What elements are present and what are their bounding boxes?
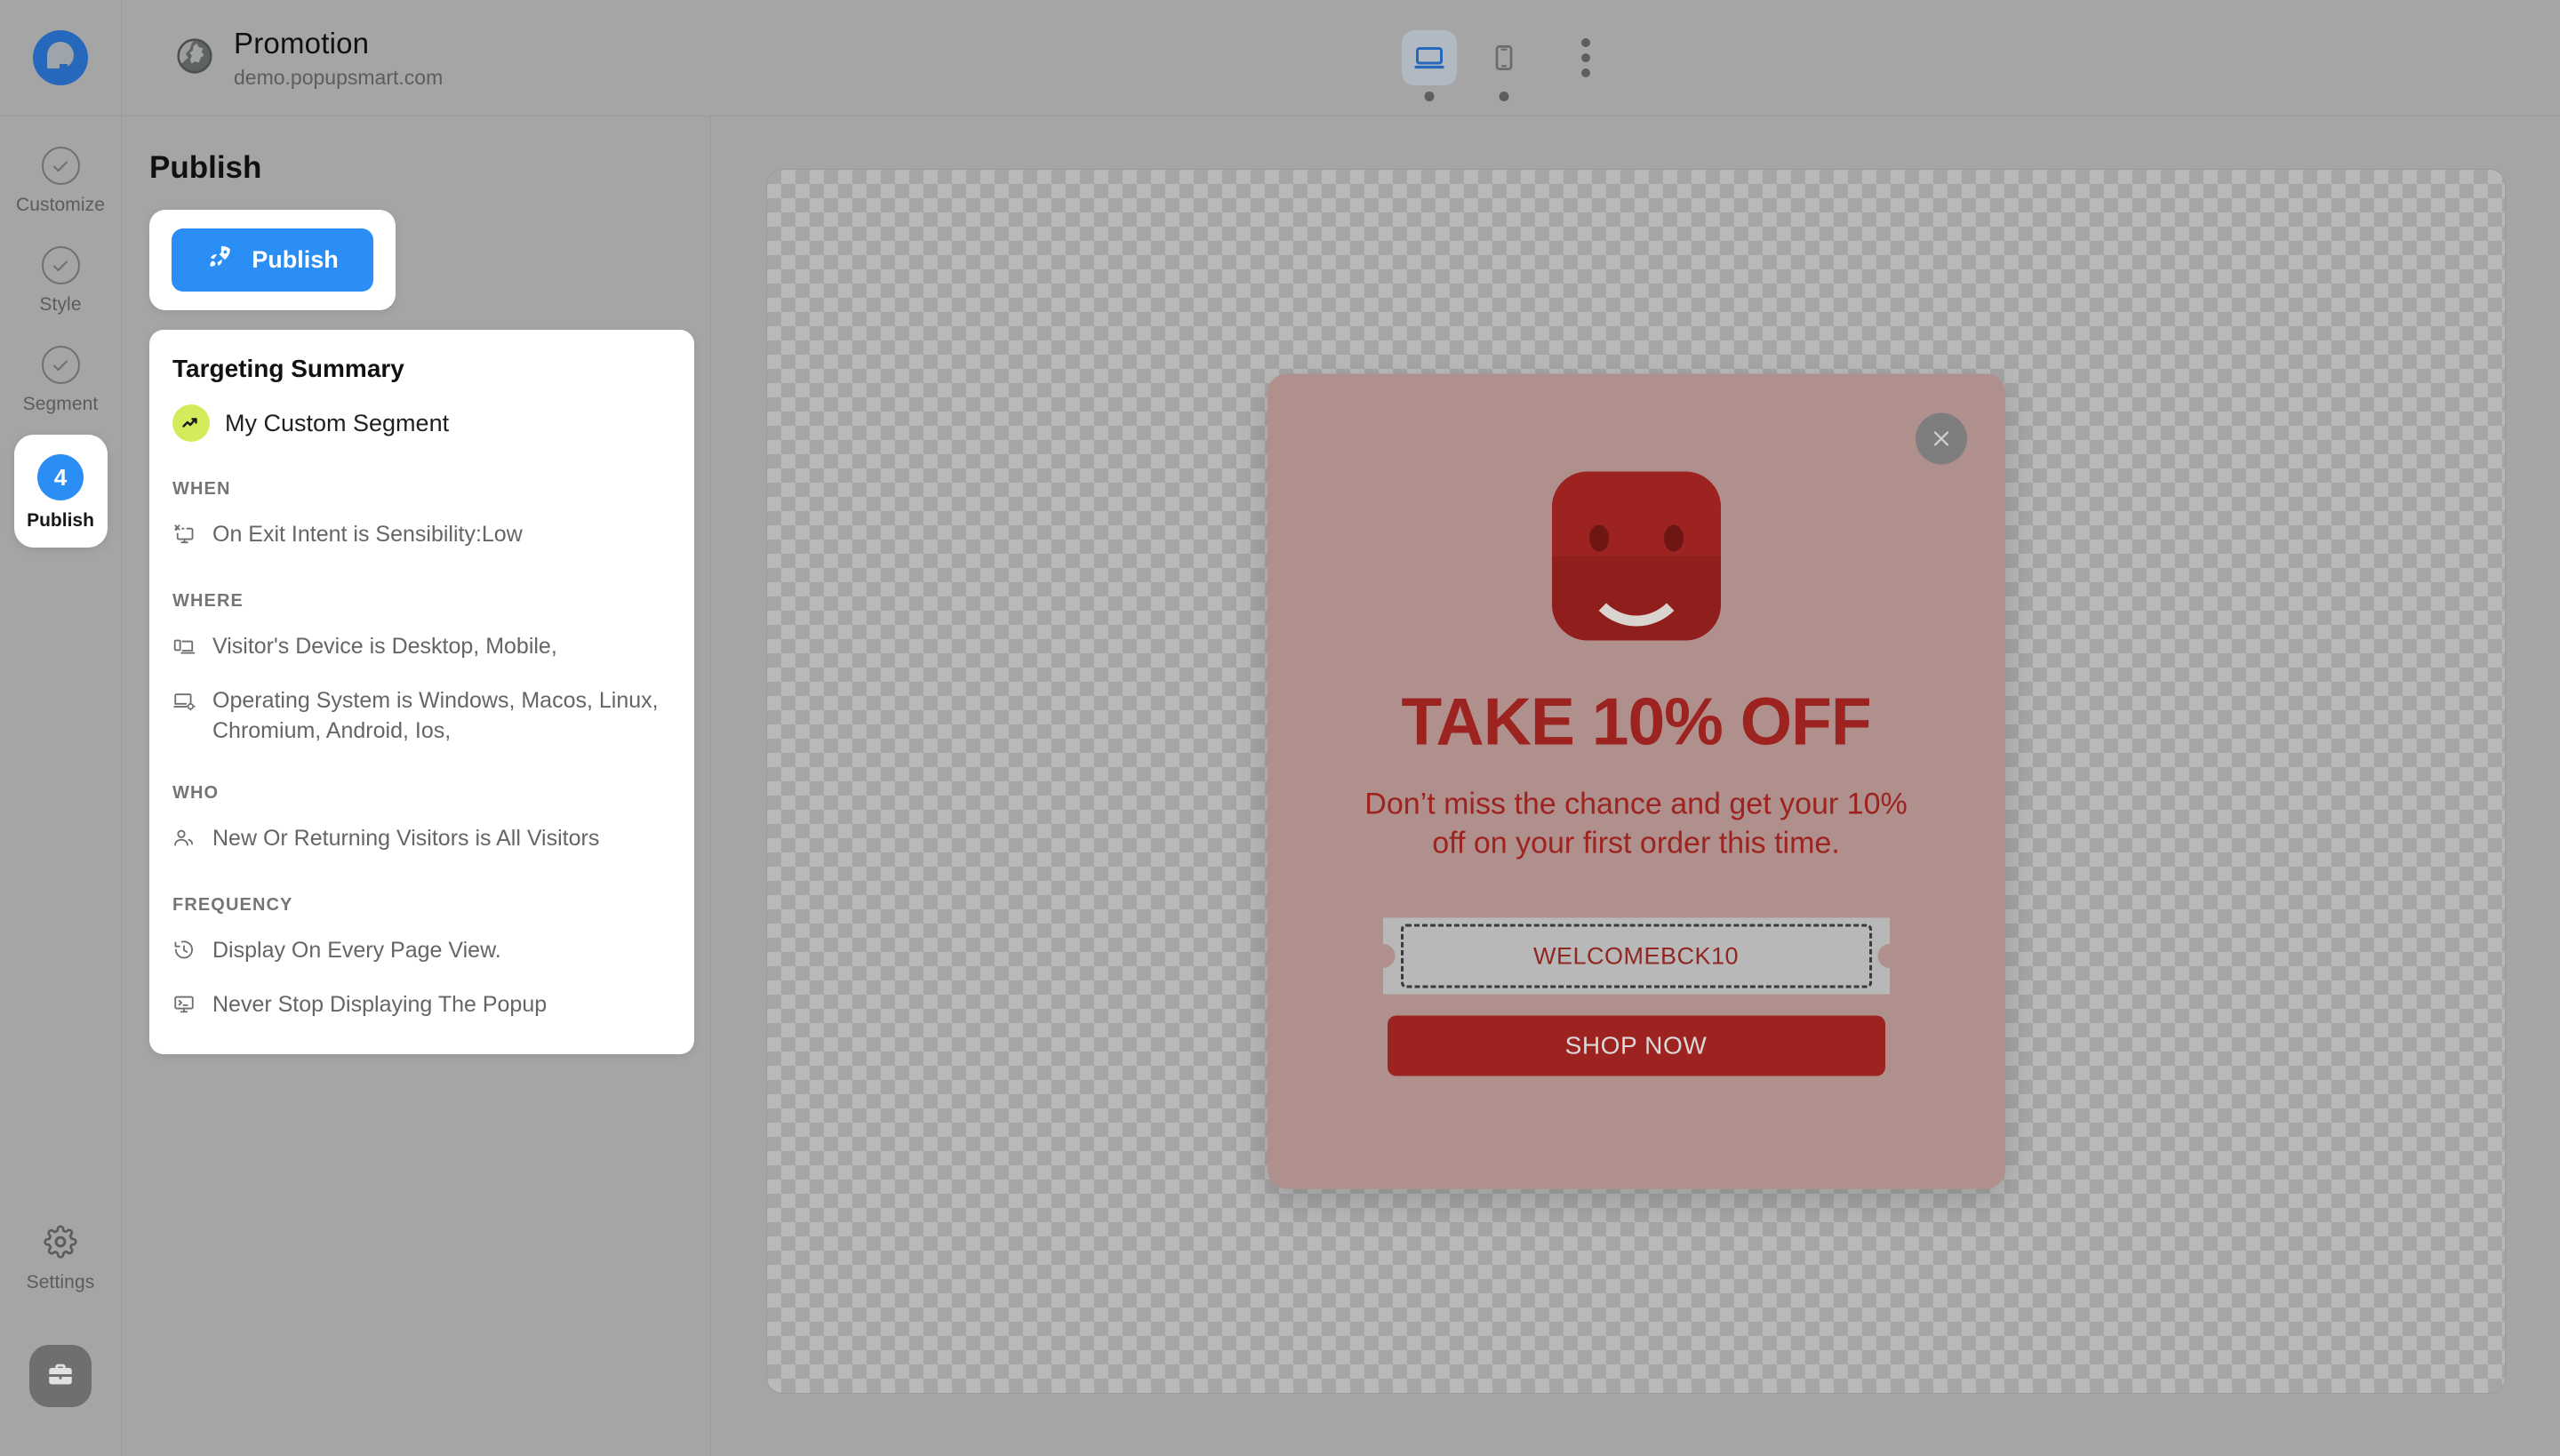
site-texts: Promotion demo.popupsmart.com xyxy=(234,27,443,90)
popup-headline: TAKE 10% OFF xyxy=(1401,684,1871,759)
rocket-icon xyxy=(206,244,233,276)
device-dot xyxy=(1499,92,1509,101)
targeting-rule: New Or Returning Visitors is All Visitor… xyxy=(172,823,671,858)
monitor-code-icon xyxy=(172,993,196,1024)
targeting-rule-text: Operating System is Windows, Macos, Linu… xyxy=(212,688,659,743)
check-circle-icon xyxy=(41,246,80,284)
section-heading-where: WHERE xyxy=(172,591,244,611)
kebab-menu-icon xyxy=(1581,68,1590,77)
publish-card: Publish xyxy=(149,210,396,310)
site-info: Promotion demo.popupsmart.com xyxy=(175,27,443,90)
sidebar-item-label: Publish xyxy=(27,510,94,531)
globe-icon xyxy=(175,36,214,80)
targeting-summary-card: Targeting Summary My Custom Segment WHEN xyxy=(149,330,694,1054)
app-logo[interactable] xyxy=(0,0,121,116)
exit-intent-icon xyxy=(172,523,196,554)
shopping-bag-smile-icon xyxy=(1551,471,1721,641)
section-heading-who: WHO xyxy=(172,783,220,803)
sidebar-item-label: Segment xyxy=(22,394,99,414)
sidebar-item-label: Customize xyxy=(15,195,106,215)
kebab-menu-icon xyxy=(1581,38,1590,47)
popup-preview: TAKE 10% OFF Don’t miss the chance and g… xyxy=(1267,373,2005,1189)
kebab-menu-icon xyxy=(1581,53,1590,62)
app-root: Customize Style Segment 4 Publish Settin… xyxy=(0,0,2560,1456)
page-title: Promotion xyxy=(234,26,370,60)
gear-icon xyxy=(44,1225,77,1263)
device-toggle-mobile[interactable] xyxy=(1476,30,1532,101)
popupsmart-logo-icon xyxy=(33,30,88,85)
sidebar-item-label: Style xyxy=(39,294,82,315)
coupon-code: WELCOMEBCK10 xyxy=(1532,942,1740,970)
shop-now-button[interactable]: SHOP NOW xyxy=(1387,1015,1885,1076)
users-icon xyxy=(172,827,196,858)
app-header: Promotion demo.popupsmart.com xyxy=(122,0,2560,116)
sidebar-item-settings[interactable]: Settings xyxy=(27,1225,95,1293)
device-toggle-desktop[interactable] xyxy=(1402,30,1457,101)
targeting-rule-text: Visitor's Device is Desktop, Mobile, xyxy=(212,634,557,659)
sidebar-item-style[interactable]: Style xyxy=(0,216,121,316)
section-heading-when: WHEN xyxy=(172,479,231,499)
briefcase-icon xyxy=(45,1359,76,1394)
targeting-rule: Never Stop Displaying The Popup xyxy=(172,989,671,1024)
devices-icon xyxy=(172,635,196,666)
left-rail: Customize Style Segment 4 Publish Settin… xyxy=(0,0,122,1456)
check-circle-icon xyxy=(41,147,80,185)
targeting-rule: Operating System is Windows, Macos, Linu… xyxy=(172,685,671,746)
more-options-button[interactable] xyxy=(1562,34,1610,82)
sidebar-item-segment[interactable]: Segment xyxy=(0,316,121,415)
rail-bottom-group: Settings xyxy=(0,1225,121,1456)
publish-panel: Publish Publish Targeting Summary My Cus… xyxy=(122,116,711,1456)
targeting-rule: Visitor's Device is Desktop, Mobile, xyxy=(172,631,671,666)
check-circle-icon xyxy=(41,346,80,384)
publish-button-label: Publish xyxy=(252,246,339,273)
sidebar-item-publish[interactable]: 4 Publish xyxy=(13,435,108,548)
targeting-rule-text: Display On Every Page View. xyxy=(212,938,501,963)
sidebar-item-label: Settings xyxy=(26,1272,95,1292)
segment-name: My Custom Segment xyxy=(225,409,450,436)
coupon-border: WELCOMEBCK10 xyxy=(1400,924,1872,988)
segment-row[interactable]: My Custom Segment xyxy=(172,404,671,442)
history-icon xyxy=(172,939,196,970)
targeting-rule-text: Never Stop Displaying The Popup xyxy=(212,992,548,1017)
sidebar-item-customize[interactable]: Customize xyxy=(0,116,121,216)
popup-subtext: Don’t miss the chance and get your 10% o… xyxy=(1364,787,1908,860)
panel-title: Publish xyxy=(149,150,262,185)
section-heading-frequency: FREQUENCY xyxy=(172,895,293,915)
os-icon xyxy=(172,689,196,720)
device-preview-switch xyxy=(1402,30,1610,101)
close-icon[interactable] xyxy=(1915,412,1967,465)
targeting-rule: On Exit Intent is Sensibility:Low xyxy=(172,519,671,554)
coupon-ticket[interactable]: WELCOMEBCK10 xyxy=(1382,917,1890,995)
workspace-avatar-button[interactable] xyxy=(29,1345,92,1407)
device-active-dot xyxy=(1424,92,1435,101)
site-url: demo.popupsmart.com xyxy=(234,65,444,89)
step-number-badge: 4 xyxy=(37,454,84,500)
targeting-rule-text: New Or Returning Visitors is All Visitor… xyxy=(212,826,600,851)
preview-canvas: TAKE 10% OFF Don’t miss the chance and g… xyxy=(766,169,2506,1394)
targeting-rule: Display On Every Page View. xyxy=(172,935,671,970)
trending-up-icon xyxy=(172,404,210,442)
targeting-rule-text: On Exit Intent is Sensibility:Low xyxy=(212,522,523,547)
publish-button[interactable]: Publish xyxy=(172,228,373,292)
bag-smile xyxy=(1582,527,1690,627)
summary-title: Targeting Summary xyxy=(172,355,404,382)
